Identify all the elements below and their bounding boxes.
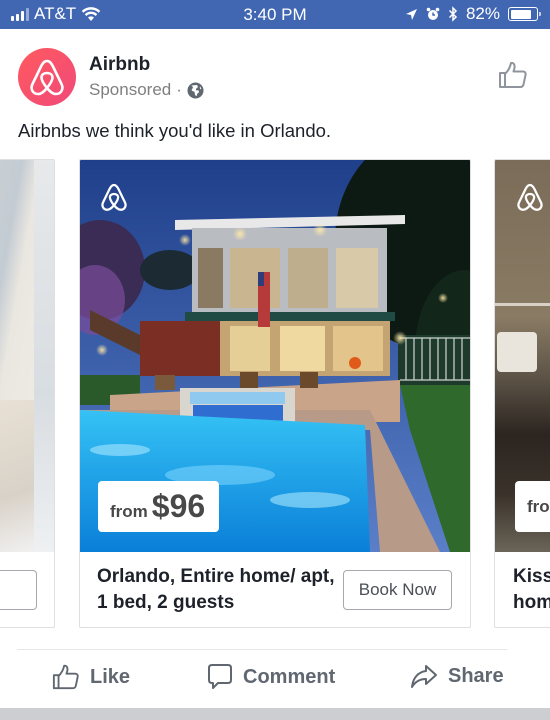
sponsored-label[interactable]: Sponsored [89, 80, 171, 100]
card-footer: ow [0, 552, 54, 627]
carousel-card[interactable]: fro Kiss hom [494, 159, 550, 628]
airbnb-logo-icon [30, 59, 64, 96]
carousel-card[interactable]: from $96 Orlando, Entire home/ apt, 1 be… [79, 159, 471, 628]
ad-carousel[interactable]: ow [0, 159, 550, 629]
post-header: Airbnb Sponsored · [18, 48, 538, 108]
comment-button[interactable]: Comment [207, 663, 335, 691]
status-bar: AT&T 3:40 PM 82% [0, 0, 550, 29]
listing-title-line: Kiss [513, 566, 550, 587]
price-prefix: from [110, 502, 148, 521]
listing-title[interactable]: Kiss hom [513, 564, 550, 616]
like-icon [52, 664, 79, 690]
alarm-icon [426, 7, 440, 20]
listing-title[interactable]: Orlando, Entire home/ apt, 1 bed, 2 gues… [97, 564, 337, 616]
card-footer: Kiss hom [495, 552, 550, 627]
price-amount: $96 [151, 488, 206, 524]
share-button[interactable]: Share [410, 663, 504, 689]
battery-percent: 82% [465, 4, 500, 23]
airbnb-logo-icon [517, 183, 543, 211]
listing-photo[interactable]: from $96 [80, 160, 470, 552]
like-page-icon[interactable] [498, 60, 528, 90]
book-now-button[interactable]: ow [0, 570, 37, 610]
location-icon [405, 8, 417, 20]
price-badge: fro [515, 481, 550, 532]
listing-photo[interactable] [0, 160, 54, 552]
feed-separator [0, 708, 550, 720]
comment-label: Comment [243, 665, 336, 688]
book-now-button[interactable]: Book Now [343, 570, 452, 610]
share-label: Share [448, 664, 504, 687]
page-name[interactable]: Airbnb [89, 54, 150, 76]
airbnb-logo-icon [101, 183, 127, 211]
listing-title-line: hom [513, 592, 550, 613]
comment-icon [208, 664, 232, 689]
post-caption: Airbnbs we think you'd like in Orlando. [18, 120, 332, 141]
globe-icon [187, 82, 204, 98]
bluetooth-icon [448, 6, 458, 22]
battery-icon [508, 7, 541, 21]
listing-photo[interactable]: fro [495, 160, 550, 552]
avatar[interactable] [18, 48, 76, 106]
price-prefix: fro [527, 497, 550, 516]
post-meta: Sponsored · [89, 80, 204, 100]
post-actions: Like Comment Share [0, 650, 550, 708]
like-label: Like [90, 665, 131, 688]
meta-separator: · [176, 80, 182, 99]
like-button[interactable]: Like [52, 663, 130, 691]
share-icon [411, 665, 437, 688]
card-footer: Orlando, Entire home/ apt, 1 bed, 2 gues… [80, 552, 470, 627]
price-badge: from $96 [98, 481, 220, 532]
carousel-card[interactable]: ow [0, 159, 55, 628]
